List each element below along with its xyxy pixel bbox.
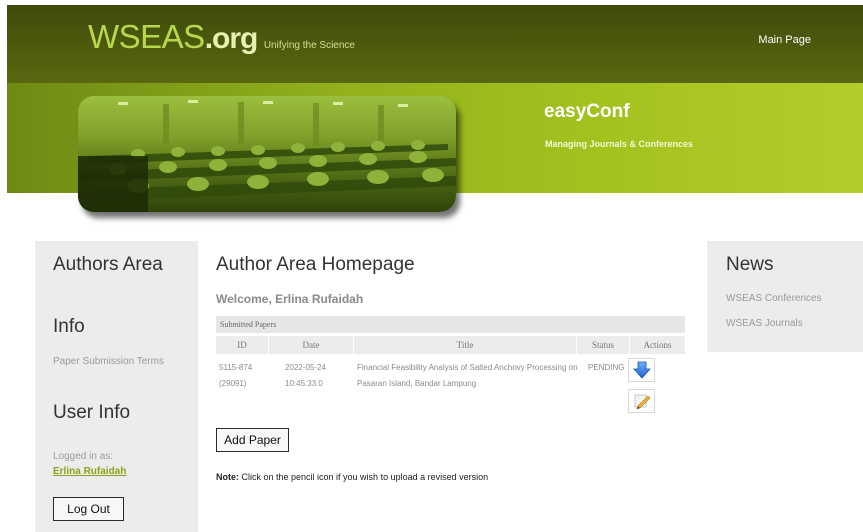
wseas-conferences-link[interactable]: WSEAS Conferences — [726, 293, 822, 304]
paper-id-secondary: (29091) — [219, 379, 247, 388]
paper-id: 5115-874 — [219, 363, 253, 372]
info-heading: Info — [53, 316, 85, 337]
paper-submission-terms-link[interactable]: Paper Submission Terms — [53, 356, 164, 367]
news-heading: News — [726, 254, 774, 275]
edit-revision-button[interactable] — [628, 389, 655, 413]
main-page-link[interactable]: Main Page — [758, 34, 811, 46]
table-caption: Submitted Papers — [216, 316, 685, 333]
paper-title: Financial Feasibility Analysis of Salted… — [357, 363, 578, 372]
logged-in-label: Logged in as: — [53, 451, 114, 462]
paper-status: PENDING — [588, 363, 625, 372]
left-sidebar: Authors Area Info Paper Submission Terms… — [35, 241, 198, 532]
column-header-id: ID — [216, 336, 269, 354]
page: WSEAS.org Unifying the Science Main Page — [0, 0, 863, 532]
logout-button[interactable]: Log Out — [53, 497, 124, 521]
logo-org-text: .org — [204, 22, 259, 55]
note-text: Click on the pencil icon if you wish to … — [239, 472, 489, 482]
user-name-link[interactable]: Erlina Rufaidah — [53, 466, 126, 477]
note-label: Note: — [216, 472, 239, 482]
logo-tagline: Unifying the Science — [263, 40, 355, 51]
authors-area-heading: Authors Area — [53, 254, 163, 275]
paper-date: 2022-05-24 — [285, 363, 326, 372]
site-logo[interactable]: WSEAS.org Unifying the Science — [88, 18, 355, 56]
column-header-title: Title — [354, 336, 577, 354]
lecture-hall-photo — [78, 96, 456, 212]
user-info-heading: User Info — [53, 402, 131, 423]
pencil-edit-icon — [634, 394, 650, 410]
wseas-journals-link[interactable]: WSEAS Journals — [726, 318, 803, 329]
lecture-hall-illustration — [78, 100, 456, 212]
column-header-status: Status — [577, 336, 630, 354]
page-title: Author Area Homepage — [216, 254, 415, 275]
download-button[interactable] — [628, 358, 655, 382]
column-header-date: Date — [269, 336, 354, 354]
logo-wseas-text: WSEAS — [88, 18, 205, 55]
download-arrow-icon — [632, 361, 651, 379]
welcome-message: Welcome, Erlina Rufaidah — [216, 292, 364, 306]
right-sidebar: News WSEAS Conferences WSEAS Journals — [707, 241, 863, 352]
revision-note: Note: Click on the pencil icon if you wi… — [216, 472, 488, 482]
easyconf-title: easyConf — [544, 101, 630, 122]
add-paper-button[interactable]: Add Paper — [216, 428, 289, 452]
paper-title-continued: Pasaran Island, Bandar Lampung — [357, 379, 477, 388]
easyconf-subtitle: Managing Journals & Conferences — [545, 139, 694, 149]
column-header-actions: Actions — [643, 340, 672, 350]
table-header-row: ID Date Title Status Actions — [216, 336, 685, 354]
paper-time: 10:45:33.0 — [285, 379, 323, 388]
